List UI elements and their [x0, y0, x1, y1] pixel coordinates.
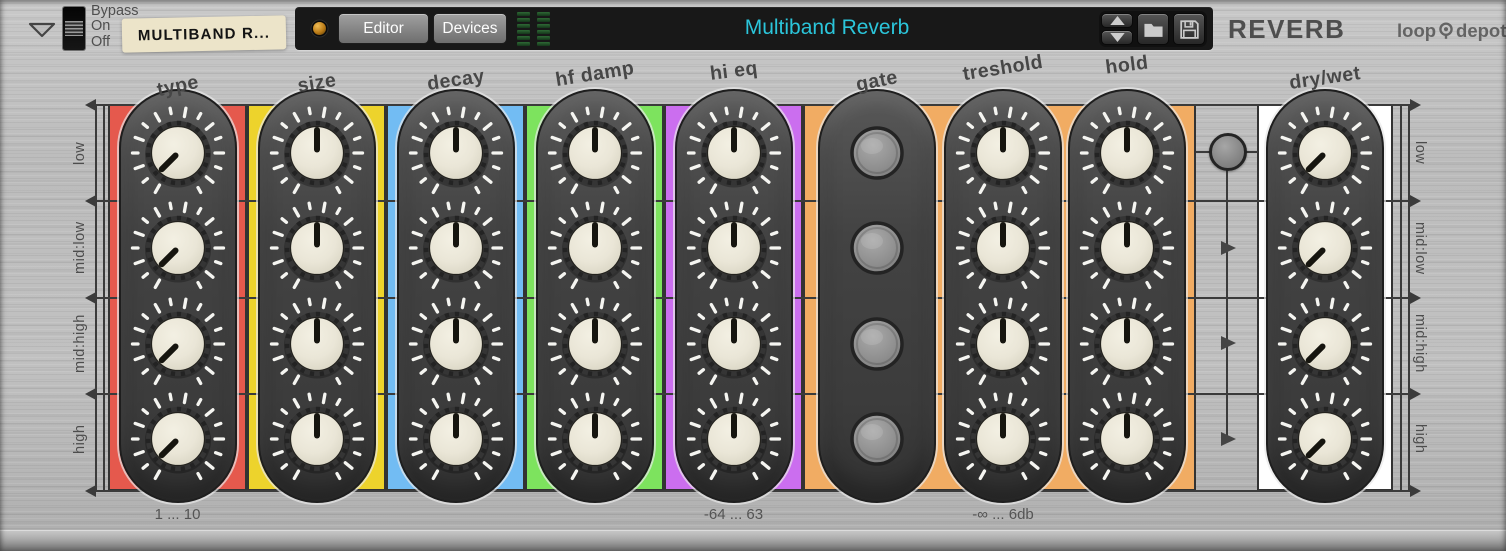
hf-damp-knob-low[interactable] [547, 105, 643, 201]
hi-eq-knob-mid-low[interactable] [686, 200, 782, 296]
routing-arrow-icon [1221, 336, 1236, 350]
dry-wet-knob-low[interactable] [1277, 105, 1373, 201]
band-rail-line [95, 104, 97, 491]
hold-knob-low[interactable] [1079, 105, 1175, 201]
band-label-high: high [1412, 424, 1428, 454]
type-range-label: 1 ... 10 [154, 506, 201, 523]
band-matrix: low low mid:low mid:low mid:high mid:high high… [0, 0, 1506, 551]
gate-button-low[interactable] [829, 105, 925, 201]
band-label-low: low [1412, 140, 1428, 165]
routing-knob[interactable] [1209, 133, 1247, 171]
hold-knob-mid-high[interactable] [1079, 296, 1175, 392]
band-rail-line [1400, 104, 1402, 491]
size-knob-high[interactable] [269, 391, 365, 487]
hf-damp-knob-mid-low[interactable] [547, 200, 643, 296]
hold-knob-high[interactable] [1079, 391, 1175, 487]
gate-button-high[interactable] [829, 391, 925, 487]
type-knob-low[interactable] [130, 105, 226, 201]
type-knob-mid-low[interactable] [130, 200, 226, 296]
gate-button-mid-low[interactable] [829, 200, 925, 296]
treshold-knob-mid-high[interactable] [955, 296, 1051, 392]
hi-eq-knob-mid-high[interactable] [686, 296, 782, 392]
treshold-knob-low[interactable] [955, 105, 1051, 201]
decay-knob-mid-high[interactable] [408, 296, 504, 392]
hi-eq-knob-low[interactable] [686, 105, 782, 201]
band-arrow-right-icon [1410, 484, 1421, 497]
band-label-mid-low: mid:low [72, 221, 88, 275]
dry-wet-knob-mid-low[interactable] [1277, 200, 1373, 296]
treshold-knob-high[interactable] [955, 391, 1051, 487]
band-label-mid-high: mid:high [1412, 314, 1428, 373]
decay-knob-high[interactable] [408, 391, 504, 487]
decay-knob-mid-low[interactable] [408, 200, 504, 296]
treshold-range-label: -∞ ... 6db [972, 506, 1034, 523]
dry-wet-knob-mid-high[interactable] [1277, 296, 1373, 392]
hi-eq-column-label: hi eq [708, 57, 759, 85]
routing-line [1226, 152, 1228, 439]
hf-damp-knob-mid-high[interactable] [547, 296, 643, 392]
gate-button-mid-high[interactable] [829, 296, 925, 392]
size-knob-low[interactable] [269, 105, 365, 201]
band-rail-line [103, 104, 105, 491]
treshold-knob-mid-low[interactable] [955, 200, 1051, 296]
band-label-mid-high: mid:high [72, 314, 88, 373]
hf-damp-knob-high[interactable] [547, 391, 643, 487]
routing-arrow-icon [1221, 241, 1236, 255]
band-label-high: high [72, 424, 88, 454]
band-label-low: low [72, 140, 88, 165]
hi-eq-knob-high[interactable] [686, 391, 782, 487]
type-knob-high[interactable] [130, 391, 226, 487]
type-knob-mid-high[interactable] [130, 296, 226, 392]
size-knob-mid-low[interactable] [269, 200, 365, 296]
routing-arrow-icon [1221, 432, 1236, 446]
size-knob-mid-high[interactable] [269, 296, 365, 392]
multiband-reverb-device: Bypass On Off MULTIBAND R... Editor Devi… [0, 0, 1506, 551]
hold-knob-mid-low[interactable] [1079, 200, 1175, 296]
decay-knob-low[interactable] [408, 105, 504, 201]
hi-eq-range-label: -64 ... 63 [703, 506, 764, 523]
band-label-mid-low: mid:low [1412, 221, 1428, 275]
dry-wet-knob-high[interactable] [1277, 391, 1373, 487]
